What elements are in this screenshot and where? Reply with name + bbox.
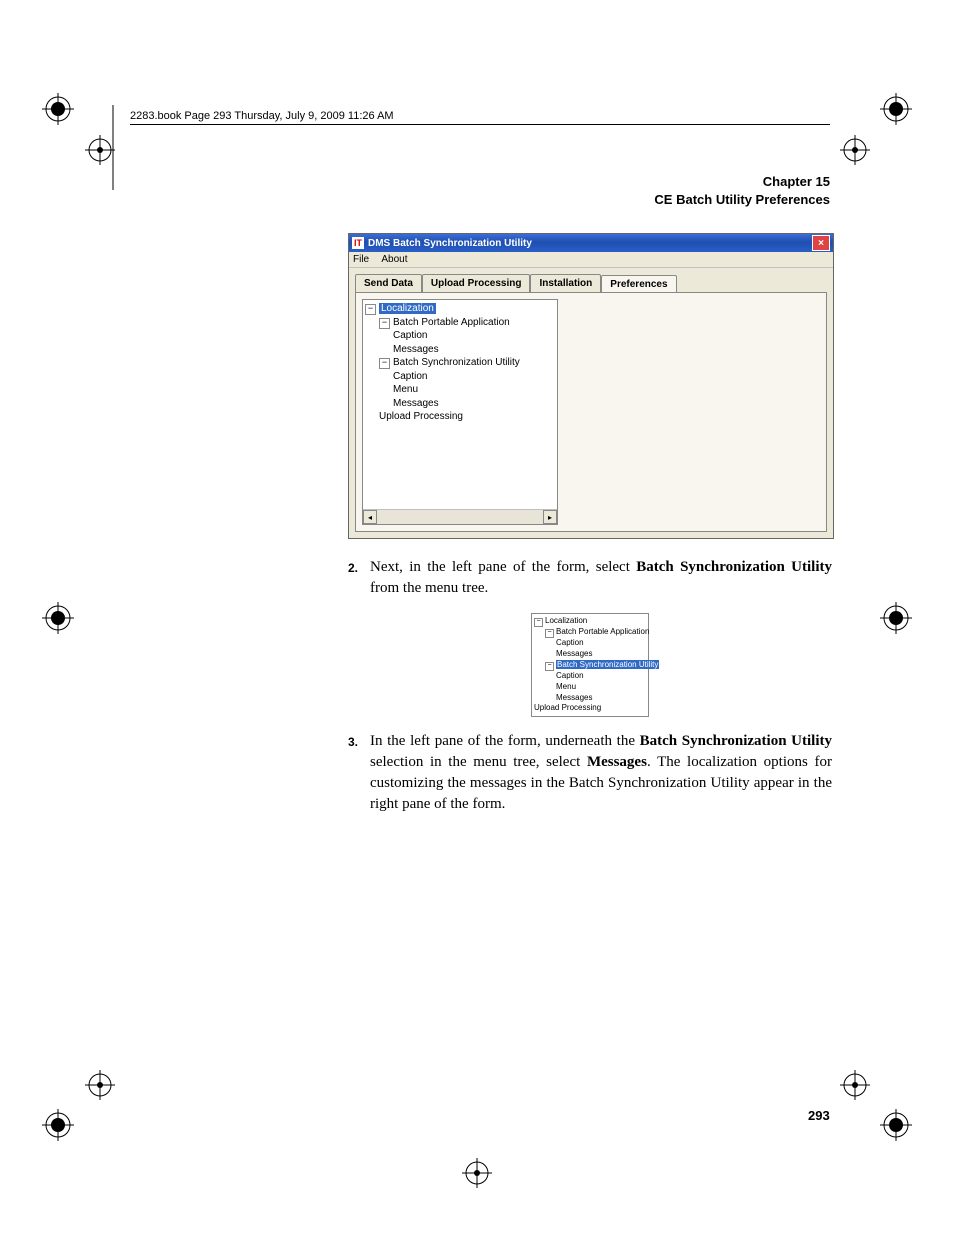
tree2-bpa[interactable]: −Batch Portable Application: [534, 627, 646, 638]
tree-bsu-caption[interactable]: Caption: [365, 370, 555, 384]
collapse-icon[interactable]: −: [545, 662, 554, 671]
tree-localization[interactable]: −Localization: [365, 302, 555, 316]
menu-about[interactable]: About: [381, 254, 407, 265]
tree-pane: −Localization −Batch Portable Applicatio…: [362, 299, 558, 525]
collapse-icon[interactable]: −: [534, 618, 543, 627]
window-title: DMS Batch Synchronization Utility: [368, 238, 812, 249]
close-icon[interactable]: ×: [812, 235, 830, 251]
tree-bpa-caption[interactable]: Caption: [365, 329, 555, 343]
scroll-right-icon[interactable]: ▸: [543, 510, 557, 524]
collapse-icon[interactable]: −: [545, 629, 554, 638]
step-text: Next, in the left pane of the form, sele…: [370, 557, 832, 599]
tree-bpa[interactable]: −Batch Portable Application: [365, 316, 555, 330]
step-number: 3.: [348, 731, 370, 815]
tab-send-data[interactable]: Send Data: [355, 274, 422, 292]
chapter-header: Chapter 15 CE Batch Utility Preferences: [130, 173, 830, 209]
tree2-bsu-messages[interactable]: Messages: [534, 693, 646, 704]
tree-bsu-menu[interactable]: Menu: [365, 383, 555, 397]
app-window-screenshot: IT DMS Batch Synchronization Utility × F…: [348, 233, 834, 539]
tree2-bsu[interactable]: −Batch Synchronization Utility: [534, 660, 646, 671]
app-icon: IT: [352, 237, 364, 249]
tree2-bsu-caption[interactable]: Caption: [534, 671, 646, 682]
tab-preferences[interactable]: Preferences: [601, 275, 676, 293]
tree-bsu[interactable]: −Batch Synchronization Utility: [365, 356, 555, 370]
step-number: 2.: [348, 557, 370, 599]
page-content: 2283.book Page 293 Thursday, July 9, 200…: [130, 110, 830, 829]
tab-strip: Send Data Upload Processing Installation…: [355, 274, 827, 292]
chapter-number: Chapter 15: [130, 173, 830, 191]
tab-body: −Localization −Batch Portable Applicatio…: [355, 292, 827, 532]
tree-bsu-messages[interactable]: Messages: [365, 397, 555, 411]
collapse-icon[interactable]: −: [379, 318, 390, 329]
tree2-bpa-messages[interactable]: Messages: [534, 649, 646, 660]
tab-upload-processing[interactable]: Upload Processing: [422, 274, 531, 292]
book-header: 2283.book Page 293 Thursday, July 9, 200…: [130, 110, 830, 125]
window-titlebar: IT DMS Batch Synchronization Utility ×: [349, 234, 833, 252]
step-text: In the left pane of the form, underneath…: [370, 731, 832, 815]
collapse-icon[interactable]: −: [365, 304, 376, 315]
chapter-title: CE Batch Utility Preferences: [130, 191, 830, 209]
tab-installation[interactable]: Installation: [530, 274, 601, 292]
tree2-localization[interactable]: −Localization: [534, 616, 646, 627]
step-3: 3. In the left pane of the form, underne…: [348, 731, 832, 815]
scroll-track[interactable]: [377, 510, 543, 524]
tree2-bsu-menu[interactable]: Menu: [534, 682, 646, 693]
menubar: File About: [349, 252, 833, 268]
small-tree-screenshot: −Localization −Batch Portable Applicatio…: [348, 613, 832, 717]
scroll-left-icon[interactable]: ◂: [363, 510, 377, 524]
tree2-upload[interactable]: Upload Processing: [534, 703, 646, 714]
collapse-icon[interactable]: −: [379, 358, 390, 369]
step-2: 2. Next, in the left pane of the form, s…: [348, 557, 832, 599]
menu-file[interactable]: File: [353, 254, 369, 265]
horizontal-scrollbar[interactable]: ◂ ▸: [363, 509, 557, 524]
tree-bpa-messages[interactable]: Messages: [365, 343, 555, 357]
tree-upload[interactable]: Upload Processing: [365, 410, 555, 424]
tree2-bpa-caption[interactable]: Caption: [534, 638, 646, 649]
page-number: 293: [808, 1108, 830, 1123]
